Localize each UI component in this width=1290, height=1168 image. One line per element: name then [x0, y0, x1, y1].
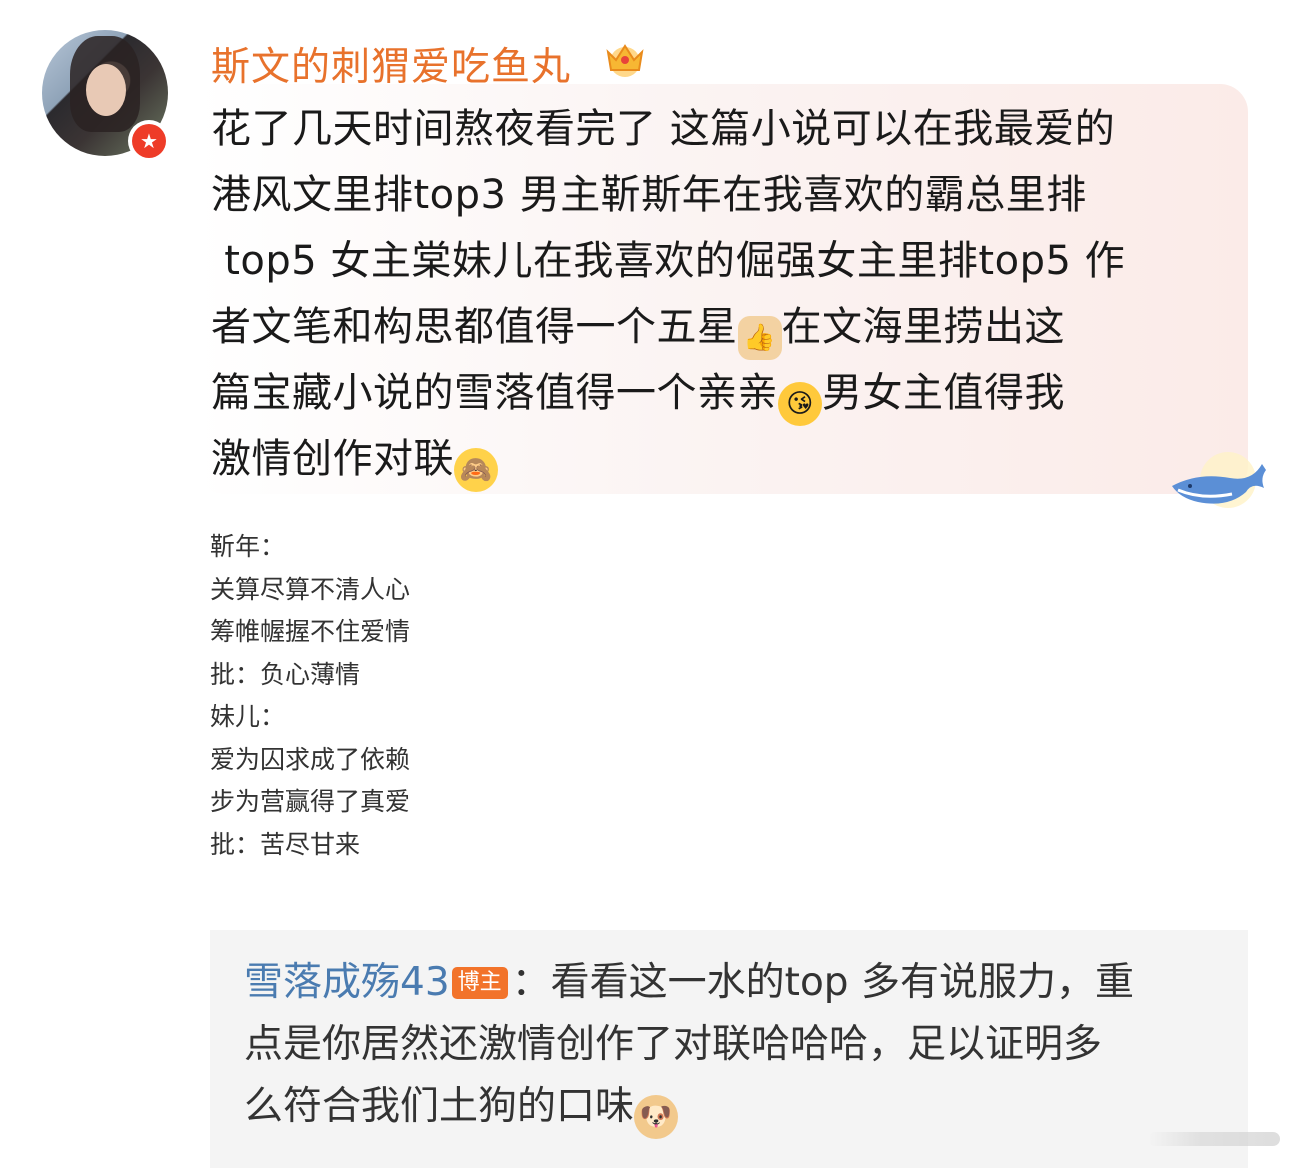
couplet-line: 批：苦尽甘来 [210, 829, 361, 859]
couplet-line: 爱为囚求成了依赖 [210, 744, 411, 774]
verified-star-icon: ★ [132, 124, 166, 158]
couplet-list: 靳年： 关算尽算不清人心 筹帷幄握不住爱情 批：负心薄情 妹儿： 爱为囚求成了依… [210, 526, 410, 866]
cover-face-icon: 🙈 [454, 448, 498, 492]
host-badge: 博主 [451, 967, 508, 999]
couplet-line: 步为营赢得了真爱 [210, 787, 411, 816]
couplet-line: 批：负心薄情 [210, 659, 361, 689]
watermark [1148, 1132, 1280, 1146]
couplet-line: 妹儿： [210, 702, 286, 731]
doge-icon: 🐶 [634, 1095, 679, 1139]
avatar-face [86, 64, 126, 116]
verified-badge: ★ [128, 120, 170, 162]
thumbs-up-icon: 👍 [737, 316, 782, 360]
kiss-face-icon: 😘 [778, 382, 822, 426]
couplet-line: 靳年： [210, 532, 286, 561]
couplet-line: 筹帷幄握不住爱情 [210, 617, 411, 646]
whale-decoration-icon [1172, 452, 1266, 508]
comment-body: 雪落成殇43 博主 ：看看这一水的top 多有说服力，重 点是你居然还激情创作了对联… [244, 952, 1224, 1139]
post-body: 花了几天时间熬夜看完了 这篇小说可以在我最爱的 港风文里排top3 男主靳斯年在… [211, 96, 1241, 492]
couplet-line: 关算尽算不清人心 [210, 574, 411, 604]
crown-icon [606, 44, 644, 77]
comment-author-name[interactable]: 雪落成殇43 [244, 960, 450, 1005]
